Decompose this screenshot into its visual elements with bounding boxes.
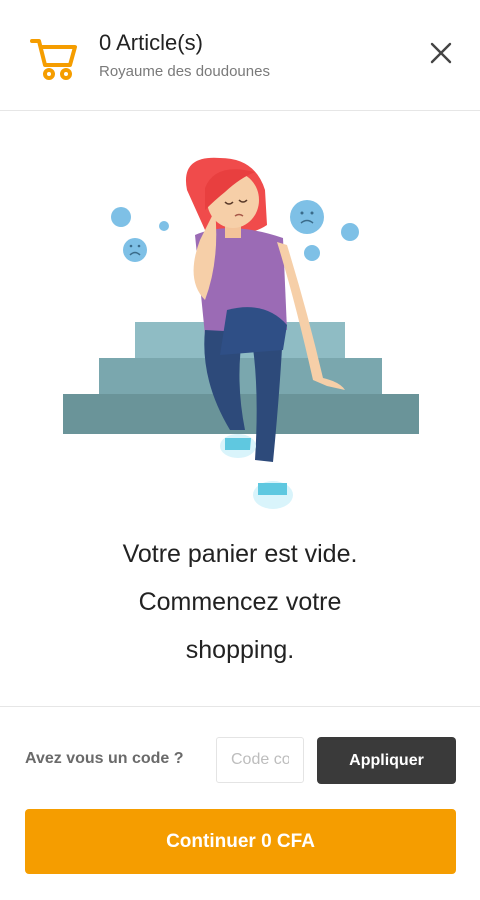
cart-title: 0 Article(s) [99,30,203,55]
promo-code-label: Avez vous un code ? [25,750,184,767]
empty-cart-illustration [63,157,419,509]
divider [0,706,480,707]
shopping-cart-icon [30,39,77,80]
empty-cart-line-2: Commencez votre [138,588,342,616]
cart-header: 0 Article(s) Royaume des doudounes [0,0,480,111]
continue-button[interactable]: Continuer 0 CFA [25,809,456,874]
empty-cart-line-3: shopping. [185,636,295,664]
empty-cart-line-1: Votre panier est vide. [122,540,358,568]
apply-code-button[interactable]: Appliquer [317,737,456,784]
close-icon[interactable] [424,36,458,70]
cart-panel: 0 Article(s) Royaume des doudounes Votre… [0,0,480,900]
store-name: Royaume des doudounes [99,63,270,80]
promo-code-input[interactable] [216,737,304,783]
empty-cart-message: Votre panier est vide. Commencez votre s… [40,530,440,674]
